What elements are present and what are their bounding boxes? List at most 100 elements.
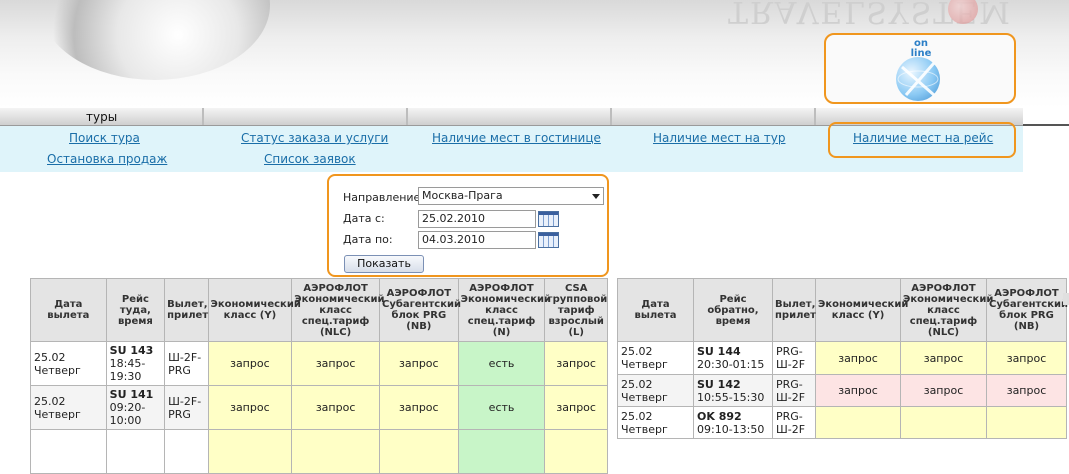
route-cell: Ш-2F- PRG <box>164 341 209 386</box>
seat-status-cell[interactable] <box>378 429 459 474</box>
column-header: Экономический класс (Y) <box>207 278 301 342</box>
flight-availability-highlight <box>828 122 1016 158</box>
flight-time: 19:30 <box>109 370 142 383</box>
column-header: CSA групповой тариф взрослый (L) <box>544 278 608 342</box>
route-cell: PRG- Ш-2F <box>772 374 816 407</box>
seat-status-cell[interactable]: запрос <box>900 374 987 407</box>
seat-status-cell[interactable]: запрос <box>986 341 1067 375</box>
date-text: 25.02 <box>34 394 66 408</box>
departure-date-cell: 25.02 Четверг <box>617 406 694 439</box>
column-header: АЭРОФЛОТ Субагентский блок PRG (NB) <box>986 278 1068 342</box>
seat-status-cell[interactable] <box>986 406 1067 439</box>
column-header: АЭРОФЛОТ Субагентский блок PRG (NB) <box>378 278 461 342</box>
table-header-row: Дата вылета Рейс обратно, время Вылет, п… <box>617 278 1068 342</box>
flight-cell: OK 892 09:10-13:50 <box>693 406 773 439</box>
flight-number: OK 892 <box>697 409 742 423</box>
flight-number: SU 143 <box>109 344 154 357</box>
departure-date-cell: 25.02 Четверг <box>30 341 107 386</box>
tab-4[interactable] <box>612 108 816 125</box>
seat-status-cell[interactable]: запрос <box>815 341 901 375</box>
weekday-text: Четверг <box>621 422 668 436</box>
seat-status-cell[interactable]: запрос <box>378 341 459 386</box>
outbound-flights-table: Дата вылета Рейс туда, время Вылет, прил… <box>30 278 608 474</box>
date-from-calendar-icon[interactable] <box>538 211 559 227</box>
seat-status-cell[interactable]: запрос <box>544 341 608 386</box>
seat-status-cell[interactable]: запрос <box>544 385 608 430</box>
flight-cell: SU 143 18:45- 19:30 <box>105 341 166 386</box>
tab-3[interactable] <box>408 108 612 125</box>
online-badge-highlight[interactable]: on line <box>824 33 1016 104</box>
seat-status-cell[interactable] <box>207 429 293 474</box>
column-header: Дата вылета <box>617 278 694 342</box>
table-row: 25.02 Четверг SU 143 18:45- 19:30 Ш-2F- PRG … <box>30 341 608 386</box>
seat-status-cell[interactable] <box>457 429 546 474</box>
flight-cell: SU 144 20:30-01:15 <box>693 341 773 375</box>
flight-number: SU 142 <box>697 377 741 391</box>
seat-status-cell[interactable] <box>815 406 901 439</box>
link-requests-list[interactable]: Список заявок <box>264 152 356 166</box>
direction-select[interactable]: Москва-Прага <box>418 187 604 205</box>
seat-status-cell[interactable]: запрос <box>815 374 901 407</box>
link-hotel-availability[interactable]: Наличие мест в гостинице <box>432 131 601 145</box>
seat-status-cell[interactable]: есть <box>457 385 546 430</box>
table-header-row: Дата вылета Рейс туда, время Вылет, прил… <box>30 278 608 342</box>
column-header: Рейс туда, время <box>105 278 166 342</box>
route-text: Ш-2F <box>776 358 806 371</box>
column-header: Вылет, прилет <box>164 278 209 342</box>
route-cell: Ш-2F- PRG <box>164 385 209 430</box>
seat-status-cell[interactable] <box>544 429 608 474</box>
column-header: Вылет, прилет <box>772 278 816 342</box>
route-text: PRG- <box>776 409 803 423</box>
route-text: PRG- <box>776 377 803 391</box>
online-globe-icon <box>896 57 940 101</box>
show-button[interactable]: Показать <box>344 255 424 273</box>
seat-status-cell[interactable]: запрос <box>986 374 1067 407</box>
tab-tours-label: туры <box>86 110 118 124</box>
departure-date-cell: 25.02 Четверг <box>30 385 107 430</box>
seat-status-cell[interactable]: запрос <box>291 385 380 430</box>
date-to-calendar-icon[interactable] <box>538 232 559 248</box>
column-header: Экономический класс (Y) <box>815 278 908 342</box>
route-text: PRG <box>168 407 191 421</box>
seat-status-cell[interactable]: запрос <box>378 385 459 430</box>
seat-status-cell[interactable]: запрос <box>207 341 293 386</box>
flight-time: 18:45- <box>109 357 146 370</box>
direction-select-value: Москва-Прага <box>422 189 503 202</box>
table-row: 25.02 Четверг SU 142 10:55-15:30 PRG- Ш-2F … <box>617 374 1067 407</box>
date-text: 25.02 <box>621 409 653 423</box>
seat-status-cell[interactable] <box>291 429 380 474</box>
departure-date-cell: 25.02 Четверг <box>617 374 694 407</box>
route-cell: PRG- Ш-2F <box>772 406 816 439</box>
date-from-input[interactable]: 25.02.2010 <box>418 210 536 228</box>
tab-tours[interactable]: туры <box>0 108 204 125</box>
flight-time: 10:55-15:30 <box>697 390 765 404</box>
link-tour-search[interactable]: Поиск тура <box>69 131 140 145</box>
link-stop-sales[interactable]: Остановка продаж <box>47 152 167 166</box>
weekday-text: Четверг <box>34 363 81 377</box>
flight-number: SU 141 <box>109 388 154 401</box>
glass-globe-decoration <box>40 0 270 80</box>
route-text: PRG- <box>776 345 803 358</box>
date-to-input[interactable]: 04.03.2010 <box>418 231 536 249</box>
weekday-text: Четверг <box>621 390 668 404</box>
date-to-label: Дата по: <box>343 233 393 246</box>
link-tour-availability[interactable]: Наличие мест на тур <box>653 131 786 145</box>
chevron-down-icon <box>592 194 600 199</box>
seat-status-cell[interactable]: запрос <box>207 385 293 430</box>
table-row: 25.02 Четверг SU 144 20:30-01:15 PRG- Ш-2F … <box>617 341 1067 375</box>
tab-2[interactable] <box>204 108 408 125</box>
direction-label: Направление: <box>343 191 425 204</box>
online-label: on line <box>904 39 938 59</box>
seat-status-cell[interactable] <box>900 406 987 439</box>
seat-status-cell[interactable]: есть <box>457 341 546 386</box>
table-row: 25.02 Четверг OK 892 09:10-13:50 PRG- Ш-2F <box>617 406 1067 439</box>
seat-status-cell[interactable]: запрос <box>900 341 987 375</box>
weekday-text: Четверг <box>34 407 81 421</box>
link-order-status[interactable]: Статус заказа и услуги <box>241 131 388 145</box>
flight-time: 10:00 <box>109 414 142 427</box>
column-header: АЭРОФЛОТ Экономический класс спец.тариф … <box>457 278 551 342</box>
table-row: 25.02 Четверг SU 141 09:20- 10:00 Ш-2F- PRG … <box>30 385 608 430</box>
seat-status-cell[interactable]: запрос <box>291 341 380 386</box>
route-cell <box>164 429 209 474</box>
route-text: Ш-2F- <box>168 394 202 408</box>
